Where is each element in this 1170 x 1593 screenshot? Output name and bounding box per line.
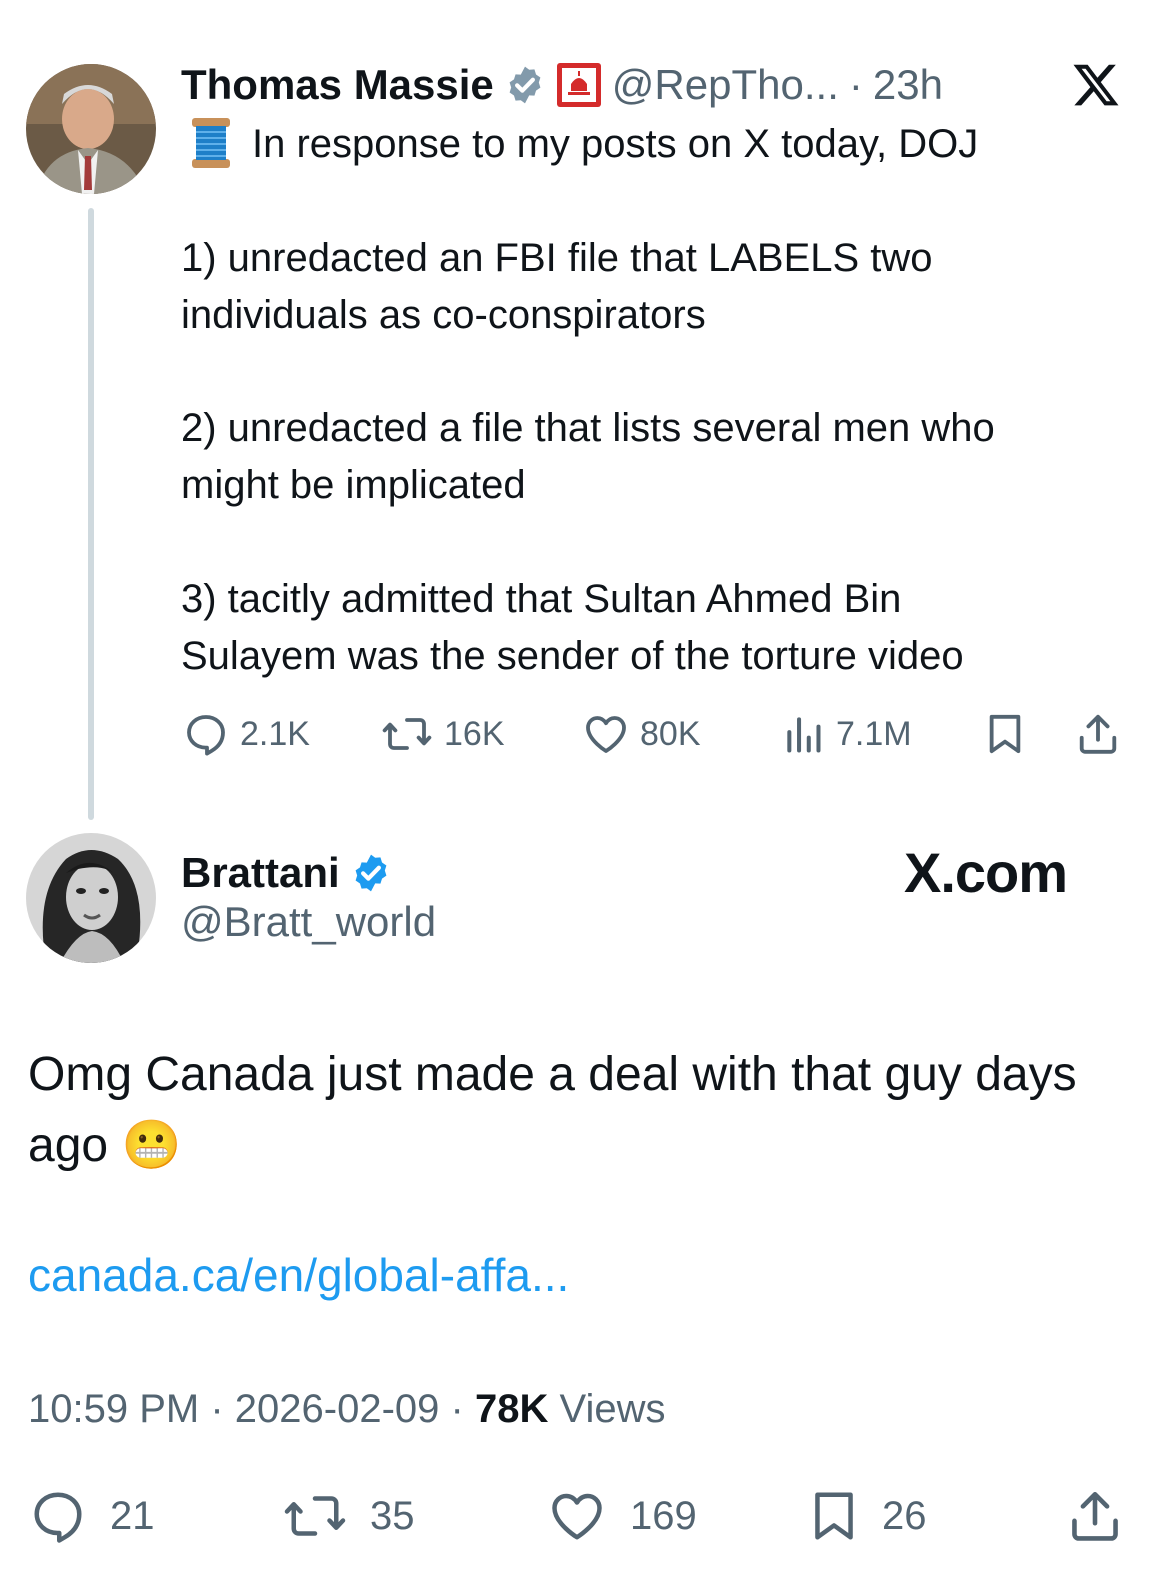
repost-icon xyxy=(284,1496,346,1536)
tweet-line: might be implicated xyxy=(181,463,526,507)
like-count: 169 xyxy=(630,1493,697,1538)
views-count: 78K xyxy=(474,1387,549,1431)
repost-button[interactable]: 35 xyxy=(282,1486,415,1546)
share-button[interactable] xyxy=(1075,710,1121,758)
gop-capitol-icon xyxy=(556,62,602,108)
verified-badge-icon xyxy=(504,64,546,106)
x-logo-icon xyxy=(1070,60,1122,115)
spool-of-thread-icon xyxy=(188,116,234,175)
separator-dot: · xyxy=(848,61,863,108)
author-name[interactable]: Thomas Massie xyxy=(181,61,494,109)
avatar-image xyxy=(26,833,156,963)
tweet-line: 3) tacitly admitted that Sultan Ahmed Bi… xyxy=(181,577,902,621)
reply-count: 21 xyxy=(110,1493,155,1538)
tweet-line: 1) unredacted an FBI file that LABELS tw… xyxy=(181,236,933,280)
share-icon xyxy=(1072,1491,1118,1541)
heart-icon xyxy=(552,1493,602,1540)
repost-count: 16K xyxy=(444,714,505,753)
bookmark-count: 26 xyxy=(882,1493,927,1538)
bookmark-button[interactable] xyxy=(984,710,1026,758)
views-label: Views xyxy=(559,1387,666,1431)
like-button[interactable]: 80K xyxy=(582,710,701,758)
thread-connector-line xyxy=(88,208,94,820)
tweet-line: 2) unredacted a file that lists several … xyxy=(181,406,995,450)
reply-button[interactable]: 2.1K xyxy=(182,710,310,758)
tweet-time[interactable]: 10:59 PM xyxy=(28,1387,199,1431)
quoted-tweet-actions: 2.1K 16K 80K 7.1M xyxy=(180,704,1125,764)
author-handle[interactable]: @Bratt_world xyxy=(181,898,436,946)
heart-icon xyxy=(586,716,626,753)
like-button[interactable]: 169 xyxy=(546,1486,697,1546)
reply-icon xyxy=(34,1492,82,1543)
avatar-brattani[interactable] xyxy=(26,833,156,963)
share-icon xyxy=(1079,714,1117,754)
tweet-date[interactable]: 2026-02-09 xyxy=(235,1387,440,1431)
separator-dot: · xyxy=(210,1387,224,1431)
repost-button[interactable]: 16K xyxy=(380,710,505,758)
repost-icon xyxy=(382,718,432,750)
x-com-watermark: X.com xyxy=(904,841,1068,904)
avatar-thomas-massie[interactable] xyxy=(26,64,156,194)
main-tweet-actions: 21 35 169 26 xyxy=(0,1480,1170,1550)
tweet-time[interactable]: 23h xyxy=(873,61,943,109)
author-handle[interactable]: @RepTho... xyxy=(612,61,839,109)
like-count: 80K xyxy=(640,714,701,753)
main-tweet-header: Brattani xyxy=(181,846,392,900)
tweet-meta: 10:59 PM · 2026-02-09 · 78K Views xyxy=(28,1387,665,1432)
repost-count: 35 xyxy=(370,1493,415,1538)
bookmark-icon xyxy=(815,1492,853,1540)
reply-button[interactable]: 21 xyxy=(28,1486,155,1546)
grimacing-face-emoji: 😬 xyxy=(121,1117,182,1173)
reply-icon xyxy=(187,715,225,756)
views-button[interactable]: 7.1M xyxy=(782,710,912,758)
tweet-line-intro: In response to my posts on X today, DOJ xyxy=(252,122,979,166)
separator-dot: · xyxy=(450,1387,464,1431)
share-button[interactable] xyxy=(1066,1486,1124,1546)
quoted-tweet-header: Thomas Massie @RepTho... · 23h xyxy=(181,58,943,112)
analytics-bars-icon xyxy=(787,717,821,753)
tweet-line: individuals as co-conspirators xyxy=(181,293,706,337)
bookmark-button[interactable]: 26 xyxy=(808,1486,927,1546)
tweet-text: Omg Canada just made a deal with that gu… xyxy=(28,1048,1077,1172)
reply-count: 2.1K xyxy=(240,714,310,753)
views-count: 7.1M xyxy=(836,714,912,753)
tweet-body: Omg Canada just made a deal with that gu… xyxy=(28,1040,1138,1181)
verified-badge-icon xyxy=(350,852,392,894)
tweet-line: Sulayem was the sender of the torture vi… xyxy=(181,634,964,678)
external-link[interactable]: canada.ca/en/global-affa... xyxy=(28,1248,569,1302)
bookmark-icon xyxy=(989,714,1021,754)
avatar-image xyxy=(26,64,156,194)
author-name[interactable]: Brattani xyxy=(181,849,340,897)
